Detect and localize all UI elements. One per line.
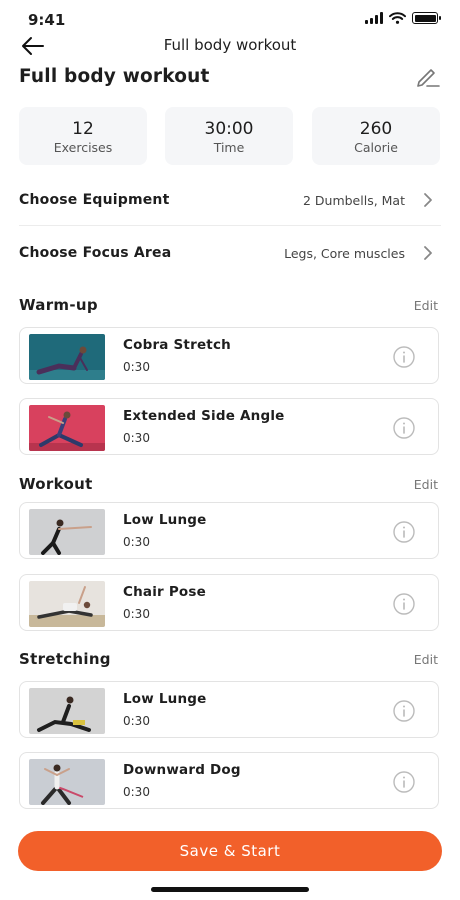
exercise-duration: 0:30	[123, 535, 150, 549]
choose-focus-area-label: Choose Focus Area	[19, 245, 172, 261]
exercise-thumbnail	[29, 509, 105, 555]
stat-label: Time	[213, 140, 245, 155]
status-time: 9:41	[28, 11, 66, 29]
exercise-thumbnail	[29, 688, 105, 734]
exercise-card[interactable]: Low Lunge 0:30	[19, 502, 439, 559]
info-icon[interactable]	[392, 770, 416, 794]
choose-equipment-value: 2 Dumbells, Mat	[302, 193, 405, 208]
info-icon[interactable]	[392, 592, 416, 616]
stat-value: 260	[359, 119, 393, 139]
section-title-warmup: Warm-up	[19, 296, 98, 314]
edit-workout-button[interactable]: Edit	[414, 477, 438, 492]
exercise-duration: 0:30	[123, 360, 150, 374]
exercise-thumbnail	[29, 405, 105, 451]
info-icon[interactable]	[392, 345, 416, 369]
section-title-stretching: Stretching	[19, 650, 111, 668]
nav-title: Full body workout	[163, 36, 297, 54]
exercise-thumbnail	[29, 334, 105, 380]
choose-equipment-row[interactable]: Choose Equipment 2 Dumbells, Mat	[19, 180, 441, 220]
exercise-card[interactable]: Extended Side Angle 0:30	[19, 398, 439, 455]
exercise-name: Downward Dog	[123, 762, 241, 778]
exercise-name: Low Lunge	[123, 691, 207, 707]
exercise-card[interactable]: Low Lunge 0:30	[19, 681, 439, 738]
wifi-icon	[389, 12, 406, 24]
edit-warmup-button[interactable]: Edit	[414, 298, 438, 313]
info-icon[interactable]	[392, 416, 416, 440]
stat-card-time: 30:00 Time	[165, 107, 293, 165]
choose-focus-area-value: Legs, Core muscles	[284, 246, 405, 261]
status-icons	[365, 12, 441, 24]
chevron-right-icon	[424, 246, 432, 260]
exercise-name: Chair Pose	[123, 584, 206, 600]
exercise-card[interactable]: Chair Pose 0:30	[19, 574, 439, 631]
exercise-name: Low Lunge	[123, 512, 207, 528]
exercise-thumbnail	[29, 759, 105, 805]
exercise-duration: 0:30	[123, 431, 150, 445]
exercise-card[interactable]: Downward Dog 0:30	[19, 752, 439, 809]
info-icon[interactable]	[392, 520, 416, 544]
home-indicator	[151, 887, 309, 892]
signal-icon	[365, 12, 383, 24]
choose-equipment-label: Choose Equipment	[19, 192, 170, 208]
page-title: Full body workout	[19, 66, 210, 87]
info-icon[interactable]	[392, 699, 416, 723]
edit-stretching-button[interactable]: Edit	[414, 652, 438, 667]
divider	[19, 225, 441, 226]
exercise-duration: 0:30	[123, 607, 150, 621]
stat-card-calorie: 260 Calorie	[312, 107, 440, 165]
exercise-duration: 0:30	[123, 785, 150, 799]
exercise-card[interactable]: Cobra Stretch 0:30	[19, 327, 439, 384]
exercise-thumbnail	[29, 581, 105, 627]
section-title-workout: Workout	[19, 475, 93, 493]
choose-focus-area-row[interactable]: Choose Focus Area Legs, Core muscles	[19, 233, 441, 273]
exercise-duration: 0:30	[123, 714, 150, 728]
edit-pencil-icon[interactable]	[414, 66, 440, 88]
chevron-right-icon	[424, 193, 432, 207]
battery-icon	[412, 12, 441, 24]
stat-value: 30:00	[204, 119, 254, 139]
stat-value: 12	[72, 119, 94, 139]
stat-label: Exercises	[53, 140, 113, 155]
stat-label: Calorie	[354, 140, 398, 155]
stat-card-exercises: 12 Exercises	[19, 107, 147, 165]
exercise-name: Extended Side Angle	[123, 408, 285, 424]
nav-bar: Full body workout	[0, 30, 460, 60]
save-and-start-button[interactable]: Save & Start	[18, 831, 442, 871]
exercise-name: Cobra Stretch	[123, 337, 231, 353]
